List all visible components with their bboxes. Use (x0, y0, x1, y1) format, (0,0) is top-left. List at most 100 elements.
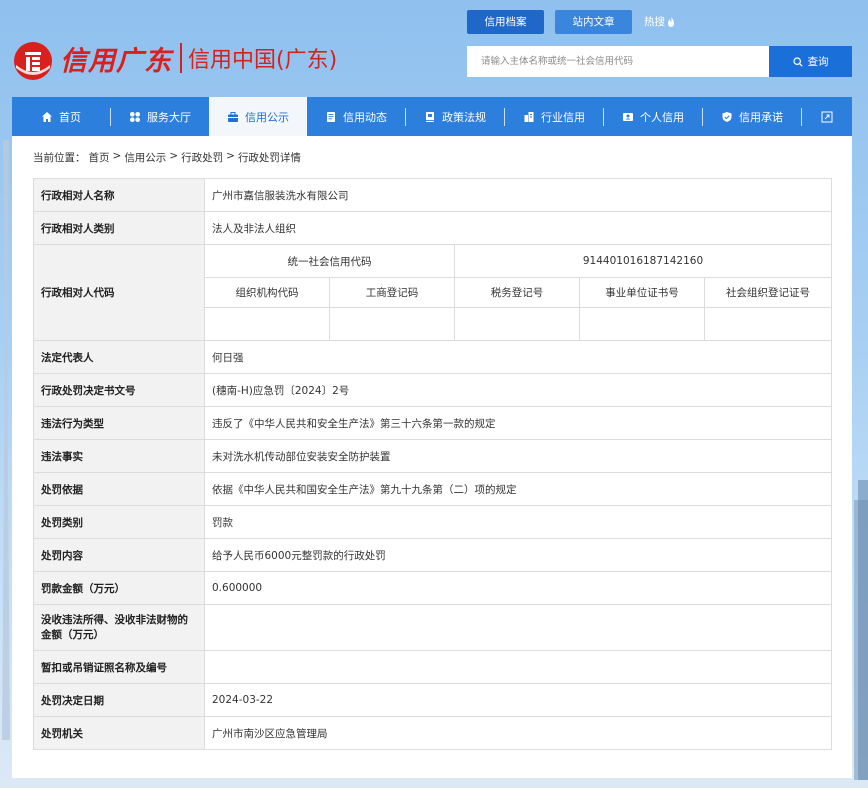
main-nav: 首页 服务大厅 信用公示 信用动态 政策法规 行业信用 个人信用 信用承诺 (12, 97, 852, 136)
site-header: 信用广东 信用中国(广东) 信用档案 站内文章 热搜 查询 (0, 0, 868, 97)
logo-title: 信用中国(广东) (188, 48, 338, 73)
table-row: 处罚内容 给予人民币6000元整罚款的行政处罚 (33, 538, 833, 572)
briefcase-icon (228, 111, 238, 122)
nav-item-personal-credit[interactable]: 个人信用 (604, 97, 702, 136)
field-value-party-category: 法人及非法人组织 (203, 211, 833, 245)
book-icon (426, 111, 434, 122)
document-icon (327, 111, 335, 122)
field-value-decision-date: 2024-03-22 (203, 683, 833, 717)
field-label: 违法事实 (33, 439, 205, 473)
breadcrumb-current: 行政处罚详情 (237, 152, 301, 164)
hot-search-label: 热搜 (644, 16, 665, 28)
table-row: 法定代表人 何日强 (33, 340, 833, 374)
table-row: 违法事实 未对洗水机传动部位安装安全防护装置 (33, 439, 833, 473)
sub-header-tax-reg: 税务登记号 (454, 277, 580, 308)
main-content: 当前位置： 首页 > 信用公示 > 行政处罚 > 行政处罚详情 行政相对人名称 … (12, 136, 852, 778)
field-value-penalty-basis: 依据《中华人民共和国安全生产法》第九十九条第（二）项的规定 (203, 472, 833, 506)
sub-header-institution-cert: 事业单位证书号 (579, 277, 705, 308)
field-value-confiscated-amount (203, 604, 833, 651)
grid-icon (130, 111, 140, 122)
nav-item-policies[interactable]: 政策法规 (406, 97, 504, 136)
field-label: 行政处罚决定书文号 (33, 373, 205, 407)
nav-item-service-hall[interactable]: 服务大厅 (111, 97, 209, 136)
nav-label: 信用动态 (343, 110, 387, 124)
field-label: 处罚机关 (33, 716, 205, 750)
field-label: 行政相对人名称 (33, 178, 205, 212)
code-header: 统一社会信用代码 (204, 244, 455, 278)
field-label: 处罚依据 (33, 472, 205, 506)
field-label: 行政相对人类别 (33, 211, 205, 245)
nav-label: 信用公示 (245, 110, 289, 124)
nav-item-industry-credit[interactable]: 行业信用 (505, 97, 603, 136)
table-row: 行政相对人类别 法人及非法人组织 (33, 211, 833, 245)
table-row: 行政相对人名称 广州市嘉信服装洗水有限公司 (33, 178, 833, 212)
table-row: 罚款金额（万元） 0.600000 (33, 571, 833, 605)
breadcrumb: 当前位置： 首页 > 信用公示 > 行政处罚 > 行政处罚详情 (33, 150, 301, 165)
nav-item-home[interactable]: 首页 (12, 97, 110, 136)
sub-value-business-reg (329, 307, 455, 341)
nav-item-credit-commitment[interactable]: 信用承诺 (703, 97, 801, 136)
nav-item-credit-news[interactable]: 信用动态 (307, 97, 405, 136)
field-label: 没收违法所得、没收非法财物的金额（万元） (33, 604, 205, 651)
table-row: 暂扣或吊销证照名称及编号 (33, 650, 833, 684)
table-row: 没收违法所得、没收非法财物的金额（万元） (33, 604, 833, 651)
city-skyline-illustration (854, 480, 868, 780)
search-button[interactable]: 查询 (769, 46, 852, 77)
table-row: 违法行为类型 违反了《中华人民共和安全生产法》第三十六条第一款的规定 (33, 406, 833, 440)
flame-icon (668, 17, 674, 27)
id-card-icon (623, 112, 633, 121)
sub-value-org-code (204, 307, 330, 341)
field-label: 罚款金额（万元） (33, 571, 205, 605)
search-button-label: 查询 (807, 56, 829, 68)
search-input[interactable] (467, 46, 769, 77)
field-value-violation-facts: 未对洗水机传动部位安装安全防护装置 (203, 439, 833, 473)
sub-value-institution-cert (579, 307, 705, 341)
breadcrumb-credit-disclosure[interactable]: 信用公示 (124, 150, 166, 165)
field-label: 处罚类别 (33, 505, 205, 539)
nav-label: 行业信用 (541, 110, 585, 124)
field-value-penalty-category: 罚款 (203, 505, 833, 539)
field-label: 处罚内容 (33, 538, 205, 572)
field-value-decision-number: (穗南-H)应急罚〔2024〕2号 (203, 373, 833, 407)
breadcrumb-administrative-penalty[interactable]: 行政处罚 (181, 150, 223, 165)
logo-divider (180, 43, 182, 73)
field-value-violation-type: 违反了《中华人民共和安全生产法》第三十六条第一款的规定 (203, 406, 833, 440)
breadcrumb-separator: > (112, 150, 122, 162)
sub-value-social-org-reg (703, 307, 833, 341)
table-row: 处罚决定日期 2024-03-22 (33, 683, 833, 717)
site-logo[interactable]: 信用广东 信用中国(广东) (12, 34, 337, 82)
table-row: 处罚机关 广州市南沙区应急管理局 (33, 716, 833, 750)
sub-header-business-reg: 工商登记码 (329, 277, 455, 308)
breadcrumb-separator: > (169, 150, 179, 162)
home-icon (42, 111, 52, 122)
breadcrumb-home[interactable]: 首页 (89, 150, 110, 165)
nav-item-credit-disclosure[interactable]: 信用公示 (209, 97, 307, 136)
tab-site-articles[interactable]: 站内文章 (555, 10, 632, 34)
field-value-legal-rep: 何日强 (203, 340, 833, 374)
nav-label: 首页 (59, 110, 81, 124)
sub-header-org-code: 组织机构代码 (204, 277, 330, 308)
field-value-penalty-content: 给予人民币6000元整罚款的行政处罚 (203, 538, 833, 572)
canton-tower-illustration (2, 140, 10, 740)
field-label: 违法行为类型 (33, 406, 205, 440)
nav-expand-button[interactable] (802, 97, 852, 136)
field-label: 暂扣或吊销证照名称及编号 (33, 650, 205, 684)
field-value-party-name: 广州市嘉信服装洗水有限公司 (203, 178, 833, 212)
expand-icon (821, 111, 833, 122)
tab-credit-archive[interactable]: 信用档案 (467, 10, 544, 34)
nav-label: 个人信用 (640, 110, 684, 124)
shield-check-icon (722, 111, 732, 122)
penalty-detail-table: 行政相对人名称 广州市嘉信服装洗水有限公司 行政相对人类别 法人及非法人组织 行… (33, 178, 833, 750)
table-row: 处罚类别 罚款 (33, 505, 833, 539)
table-row: 处罚依据 依据《中华人民共和国安全生产法》第九十九条第（二）项的规定 (33, 472, 833, 506)
search-icon (792, 56, 803, 67)
breadcrumb-separator: > (226, 150, 235, 162)
nav-label: 信用承诺 (739, 110, 783, 124)
field-label: 法定代表人 (33, 340, 205, 374)
sub-header-social-org-reg: 社会组织登记证号 (703, 277, 833, 308)
nav-label: 政策法规 (442, 110, 486, 124)
code-value: 914401016187142160 (453, 244, 833, 278)
tab-hot-search[interactable]: 热搜 (644, 10, 694, 34)
building-icon (524, 111, 534, 122)
field-value-license-suspension (203, 650, 833, 684)
